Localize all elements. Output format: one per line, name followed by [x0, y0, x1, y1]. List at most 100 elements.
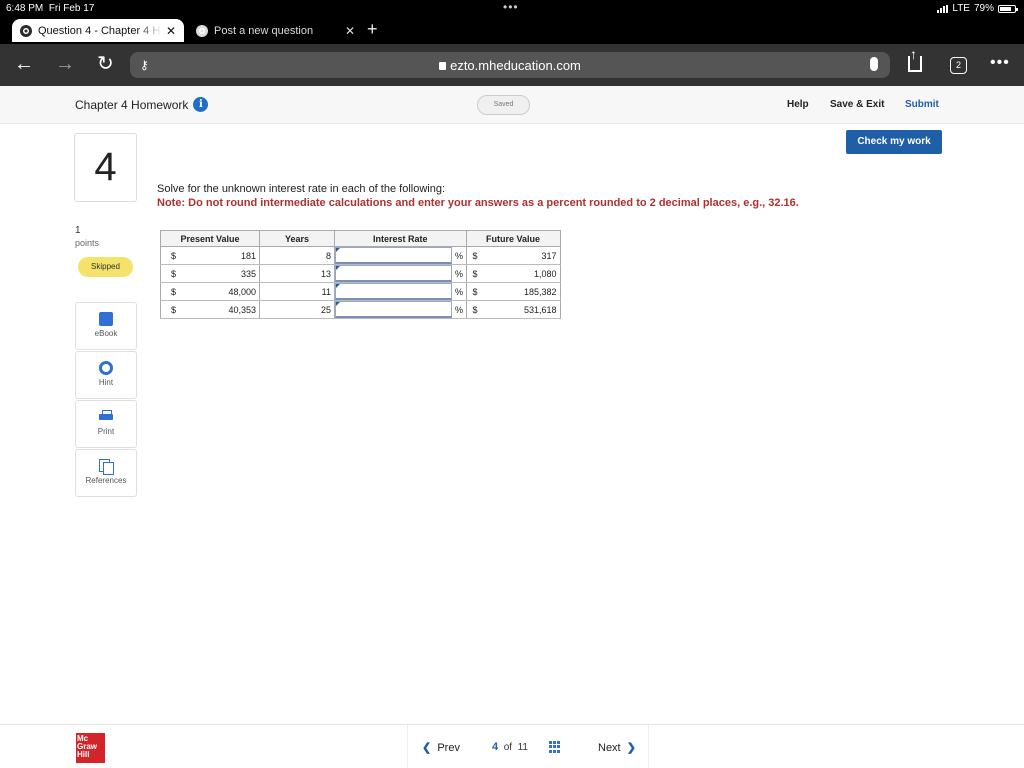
globe-icon	[196, 24, 208, 37]
submit-link[interactable]: Submit	[905, 99, 939, 110]
lock-icon	[439, 62, 447, 70]
present-value-cell: 335	[180, 264, 260, 283]
printer-icon	[99, 410, 113, 424]
url-text[interactable]: ezto.mheducation.com	[130, 58, 890, 73]
col-interest-rate: Interest Rate	[334, 230, 467, 247]
currency-symbol: $	[466, 300, 486, 319]
microphone-icon[interactable]	[870, 57, 878, 71]
present-value-cell: 40,353	[180, 300, 260, 319]
share-icon[interactable]	[908, 46, 922, 72]
interest-rate-input[interactable]	[335, 265, 452, 282]
future-value-cell: 317	[486, 246, 561, 265]
percent-symbol: %	[452, 246, 467, 265]
skipped-badge: Skipped	[78, 257, 133, 277]
present-value-cell: 181	[180, 246, 260, 265]
chevron-right-icon: ❯	[626, 742, 636, 754]
future-value-cell: 1,080	[486, 264, 561, 283]
table-row: $ 335 13 % $ 1,080	[160, 264, 561, 283]
points-label: points	[75, 238, 100, 248]
question-number: 4	[74, 133, 137, 202]
currency-symbol: $	[160, 264, 181, 283]
future-value-cell: 531,618	[486, 300, 561, 319]
status-right: LTE 79%	[937, 3, 1018, 14]
percent-symbol: %	[452, 264, 467, 283]
currency-symbol: $	[160, 246, 181, 265]
book-icon	[99, 312, 113, 326]
col-present-value: Present Value	[160, 230, 260, 247]
browser-chrome: 6:48 PM Fri Feb 17 ••• LTE 79% Question …	[0, 0, 1024, 44]
status-bar: 6:48 PM Fri Feb 17 ••• LTE 79%	[0, 0, 1024, 16]
interest-rate-input[interactable]	[335, 247, 452, 264]
browser-toolbar: ← → ↻ ⚷ ezto.mheducation.com 2 •••	[0, 44, 1024, 86]
percent-symbol: %	[452, 300, 467, 319]
help-link[interactable]: Help	[787, 99, 809, 110]
forward-arrow-icon[interactable]: →	[55, 54, 75, 74]
tab-question-4[interactable]: Question 4 - Chapter 4 H ✕	[12, 19, 184, 42]
lifebuoy-icon	[99, 361, 113, 375]
reload-icon[interactable]: ↻	[97, 54, 114, 74]
print-label: Print	[97, 427, 115, 436]
table-header-row: Present Value Years Interest Rate Future…	[160, 230, 561, 247]
ebook-button[interactable]: eBook	[75, 302, 137, 350]
grid-view-icon[interactable]	[549, 741, 561, 753]
points-value: 1	[75, 225, 81, 236]
save-exit-link[interactable]: Save & Exit	[830, 99, 884, 110]
interest-rate-table: Present Value Years Interest Rate Future…	[160, 230, 561, 319]
table-row: $ 48,000 11 % $ 185,382	[160, 282, 561, 301]
info-icon[interactable]: i	[193, 97, 209, 112]
references-label: References	[85, 476, 127, 485]
check-my-work-button[interactable]: Check my work	[846, 130, 942, 154]
battery-icon	[998, 4, 1018, 13]
table-row: $ 181 8 % $ 317	[160, 246, 561, 265]
network-label: LTE	[952, 3, 970, 14]
years-cell: 11	[259, 282, 335, 301]
new-tab-button[interactable]: +	[367, 19, 378, 40]
assignment-header: Chapter 4 Homework i Saved Help Save & E…	[0, 86, 1024, 124]
references-button[interactable]: References	[75, 449, 137, 497]
interest-rate-input[interactable]	[335, 283, 452, 300]
back-arrow-icon[interactable]: ←	[14, 54, 34, 74]
hint-label: Hint	[98, 378, 114, 387]
assignment-footer: Mc Graw Hill ❮ Prev 4 of 11 Next ❯	[0, 724, 1024, 768]
question-prompt: Solve for the unknown interest rate in e…	[157, 183, 446, 195]
currency-symbol: $	[160, 282, 181, 301]
next-button[interactable]: Next ❯	[598, 741, 636, 754]
currency-symbol: $	[466, 246, 486, 265]
question-note: Note: Do not round intermediate calculat…	[157, 197, 799, 209]
close-tab-icon[interactable]: ✕	[166, 24, 176, 38]
status-time: 6:48 PM Fri Feb 17	[6, 3, 95, 14]
question-position: 4 of 11	[492, 741, 528, 753]
tab-label: Question 4 - Chapter 4 H	[38, 24, 161, 37]
currency-symbol: $	[466, 282, 486, 301]
currency-symbol: $	[466, 264, 486, 283]
future-value-cell: 185,382	[486, 282, 561, 301]
col-years: Years	[259, 230, 335, 247]
mcgraw-hill-logo: Mc Graw Hill	[76, 733, 105, 763]
currency-symbol: $	[160, 300, 181, 319]
signal-icon	[937, 4, 949, 13]
question-pager: ❮ Prev 4 of 11 Next ❯	[407, 725, 649, 768]
years-cell: 25	[259, 300, 335, 319]
col-future-value: Future Value	[465, 230, 561, 247]
address-bar[interactable]: ⚷ ezto.mheducation.com	[130, 52, 890, 78]
chevron-left-icon: ❮	[422, 742, 432, 754]
tabs-overview-button[interactable]: 2	[950, 57, 967, 74]
tab-post-question[interactable]: Post a new question ✕	[188, 19, 363, 42]
years-cell: 13	[259, 264, 335, 283]
interest-rate-input[interactable]	[335, 301, 452, 318]
copy-icon	[99, 459, 114, 475]
battery-percent: 79%	[973, 3, 994, 14]
print-button[interactable]: Print	[75, 400, 137, 448]
close-tab-icon[interactable]: ✕	[345, 24, 355, 38]
multitask-dots[interactable]: •••	[503, 0, 519, 14]
tab-label: Post a new question	[214, 24, 314, 37]
years-cell: 8	[259, 246, 335, 265]
saved-indicator: Saved	[477, 95, 530, 115]
assignment-title: Chapter 4 Homework i	[75, 97, 209, 112]
more-options-icon[interactable]: •••	[990, 54, 1010, 72]
present-value-cell: 48,000	[180, 282, 260, 301]
ebook-label: eBook	[94, 329, 118, 338]
hint-button[interactable]: Hint	[75, 351, 137, 399]
prev-button[interactable]: ❮ Prev	[422, 741, 460, 754]
table-row: $ 40,353 25 % $ 531,618	[160, 300, 561, 319]
